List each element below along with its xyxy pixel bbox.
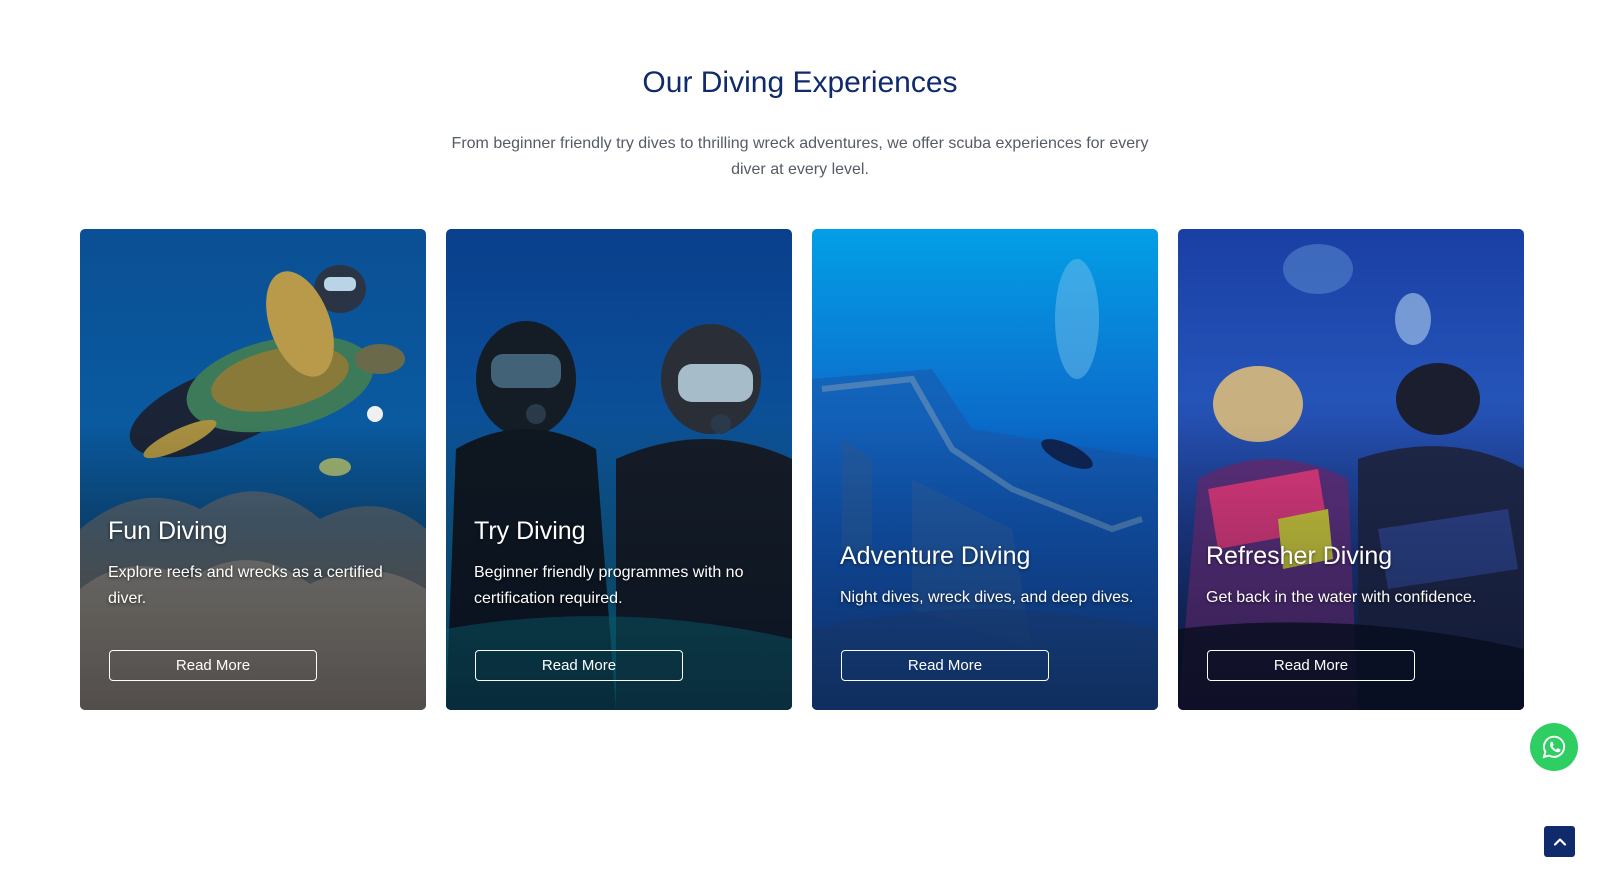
read-more-button[interactable]: Read More xyxy=(841,650,1049,681)
whatsapp-button[interactable] xyxy=(1530,723,1578,771)
card-fun-diving: Fun Diving Explore reefs and wrecks as a… xyxy=(80,229,426,710)
whatsapp-icon xyxy=(1542,735,1566,759)
card-description: Beginner friendly programmes with no cer… xyxy=(474,564,744,607)
read-more-button[interactable]: Read More xyxy=(1207,650,1415,681)
card-description: Get back in the water with confidence. xyxy=(1206,589,1477,606)
card-refresher-diving: Refresher Diving Get back in the water w… xyxy=(1178,229,1524,710)
section-title: Our Diving Experiences xyxy=(642,66,958,99)
card-title: Adventure Diving xyxy=(840,542,1031,570)
section-subtitle: From beginner friendly try dives to thri… xyxy=(451,135,1149,178)
card-description: Night dives, wreck dives, and deep dives… xyxy=(840,589,1134,606)
experience-cards: Fun Diving Explore reefs and wrecks as a… xyxy=(80,229,1528,710)
read-more-button[interactable]: Read More xyxy=(109,650,317,681)
card-title: Refresher Diving xyxy=(1206,542,1393,570)
chevron-up-icon xyxy=(1553,837,1566,846)
card-adventure-diving: Adventure Diving Night dives, wreck dive… xyxy=(812,229,1158,710)
card-description: Explore reefs and wrecks as a certified … xyxy=(108,564,383,607)
card-title: Fun Diving xyxy=(108,517,228,545)
scroll-to-top-button[interactable] xyxy=(1544,826,1575,857)
read-more-button[interactable]: Read More xyxy=(475,650,683,681)
card-title: Try Diving xyxy=(474,517,586,545)
card-try-diving: Try Diving Beginner friendly programmes … xyxy=(446,229,792,710)
